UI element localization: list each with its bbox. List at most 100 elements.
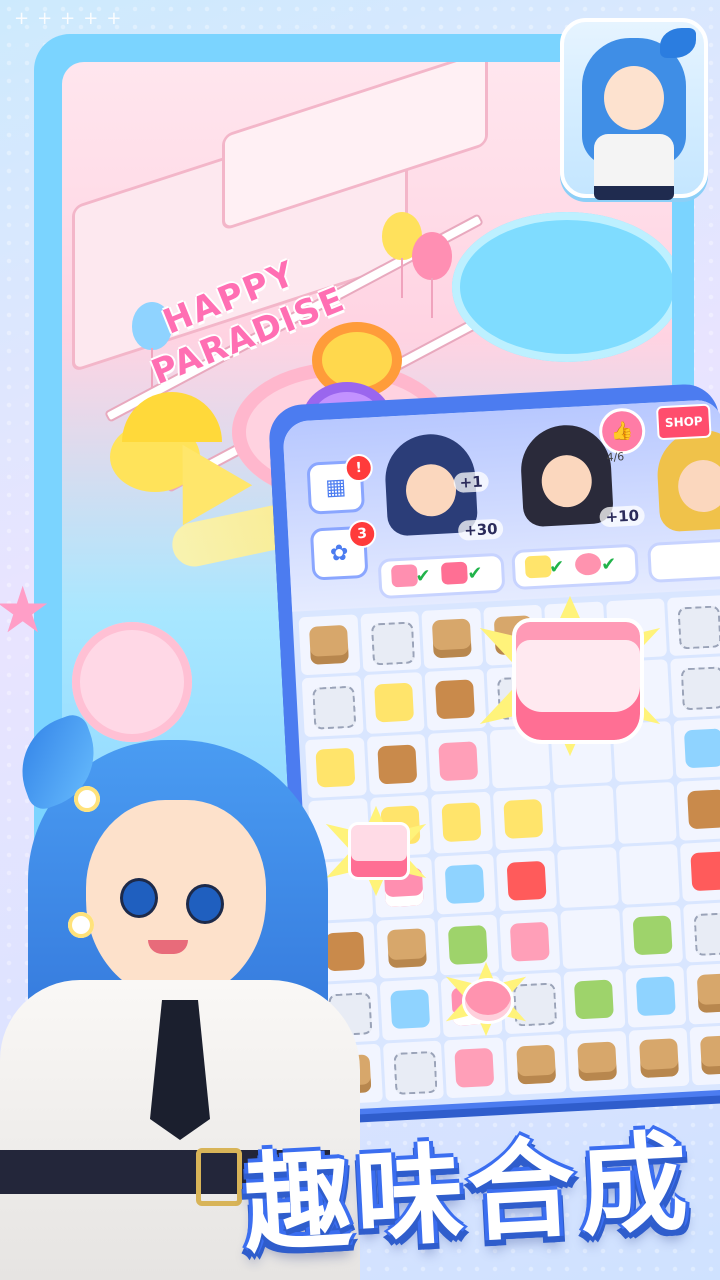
ice-item[interactable] <box>389 989 430 1030</box>
customer-face <box>676 458 720 514</box>
mac-item[interactable] <box>438 741 479 781</box>
board-cell[interactable] <box>554 785 616 847</box>
box-item[interactable] <box>638 1037 679 1078</box>
board-cell[interactable] <box>677 778 720 841</box>
board-cell[interactable] <box>667 595 720 657</box>
box-item[interactable] <box>515 1044 556 1085</box>
board-cell[interactable] <box>505 1033 567 1096</box>
board-cell[interactable] <box>366 733 428 796</box>
mac-item[interactable] <box>454 1047 495 1088</box>
board-cell[interactable] <box>379 978 441 1041</box>
customer1-reward: +30 <box>457 518 505 541</box>
web-item[interactable] <box>312 685 357 731</box>
customer2-reward: +10 <box>599 505 646 528</box>
board-cell[interactable] <box>499 911 561 973</box>
cookie-item[interactable] <box>325 931 366 972</box>
board-cell[interactable] <box>618 843 681 905</box>
box-item[interactable] <box>700 1034 720 1075</box>
drink-item[interactable] <box>315 747 356 788</box>
ice-item[interactable] <box>444 863 485 904</box>
board-cell[interactable] <box>628 1027 690 1089</box>
board-cell[interactable] <box>615 782 678 844</box>
board-cell[interactable] <box>424 669 487 731</box>
board-cell[interactable] <box>673 717 720 779</box>
macaron-item[interactable] <box>462 978 514 1024</box>
web-item[interactable] <box>677 605 720 650</box>
box-item[interactable] <box>309 624 349 665</box>
board-cell[interactable] <box>689 1024 720 1086</box>
shop-button[interactable]: SHOP <box>655 403 712 441</box>
board-cell[interactable] <box>495 849 558 912</box>
board-cell[interactable] <box>563 969 626 1031</box>
tea-item[interactable] <box>632 915 673 956</box>
board-cell[interactable] <box>376 917 438 979</box>
board-cell[interactable] <box>566 1030 629 1092</box>
drink-item[interactable] <box>503 799 544 840</box>
board-cell[interactable] <box>625 965 687 1028</box>
board-cell[interactable] <box>560 907 623 970</box>
board-cell[interactable] <box>683 901 720 963</box>
mac-item[interactable] <box>509 921 550 962</box>
check-icon: ✔ <box>466 562 484 585</box>
gift-count-badge: 3 <box>347 519 377 549</box>
strawberry-cake-item[interactable] <box>512 618 644 744</box>
board-cell[interactable] <box>434 853 496 915</box>
board-cell[interactable] <box>621 904 684 967</box>
board-cell[interactable] <box>680 840 720 902</box>
hero-face <box>86 800 266 1000</box>
web-item[interactable] <box>370 621 415 666</box>
oven-item[interactable] <box>506 860 547 901</box>
order-slot-3[interactable] <box>647 538 720 584</box>
avatar-body <box>594 134 674 200</box>
order-bar: ▦ ! ✿ 3 +1 +30 ✔ ✔ 👍 4/6 +10 ✔ ✔ SHOP <box>282 398 720 612</box>
board-cell[interactable] <box>557 846 619 908</box>
board-cell[interactable] <box>686 962 720 1025</box>
inventory-alert-badge: ! <box>344 453 374 483</box>
check-icon: ✔ <box>548 556 565 579</box>
customer-blonde[interactable] <box>655 427 720 533</box>
drink-item[interactable] <box>373 682 414 723</box>
board-cell[interactable] <box>443 1036 506 1099</box>
cookie-item[interactable] <box>435 679 476 720</box>
tea-item[interactable] <box>448 924 488 965</box>
board-cell[interactable] <box>427 730 490 792</box>
board-cell[interactable] <box>359 611 422 673</box>
lemonade-icon <box>524 555 552 579</box>
hero-eye-left <box>120 878 158 918</box>
check-icon: ✔ <box>414 565 432 588</box>
ice-item[interactable] <box>684 728 720 769</box>
board-cell[interactable] <box>421 607 484 670</box>
tea-item[interactable] <box>574 979 615 1020</box>
drink-item[interactable] <box>441 802 482 843</box>
order-slot-2[interactable]: ✔ ✔ <box>511 543 640 591</box>
board-cell[interactable] <box>363 672 425 734</box>
web-item[interactable] <box>512 982 557 1027</box>
box-item[interactable] <box>386 928 427 969</box>
cookie-item[interactable] <box>687 789 720 830</box>
web-item[interactable] <box>392 1050 438 1095</box>
board-cell[interactable] <box>431 791 493 854</box>
board-cell[interactable] <box>492 788 555 850</box>
box-item[interactable] <box>697 973 720 1014</box>
board-cell[interactable] <box>382 1040 445 1102</box>
macaron-icon <box>574 552 602 576</box>
board-cell[interactable] <box>301 675 364 737</box>
order-slot-1[interactable]: ✔ ✔ <box>377 552 506 600</box>
cake-slice-item[interactable] <box>348 822 410 880</box>
player-avatar[interactable] <box>560 18 708 200</box>
web-item[interactable] <box>681 666 720 711</box>
cookie-item[interactable] <box>376 744 417 785</box>
customer-face <box>540 453 594 509</box>
ice-item[interactable] <box>635 976 676 1017</box>
flower-icon <box>74 786 100 812</box>
cake-icon <box>390 564 419 588</box>
board-cell[interactable] <box>670 656 720 718</box>
flower-earring-icon <box>68 912 94 938</box>
board-cell[interactable] <box>437 914 500 976</box>
web-item[interactable] <box>693 911 720 956</box>
board-cell[interactable] <box>298 614 361 676</box>
box-item[interactable] <box>577 1041 618 1081</box>
box-item[interactable] <box>431 618 472 659</box>
board-cell[interactable] <box>304 736 367 799</box>
oven-item[interactable] <box>690 850 720 891</box>
